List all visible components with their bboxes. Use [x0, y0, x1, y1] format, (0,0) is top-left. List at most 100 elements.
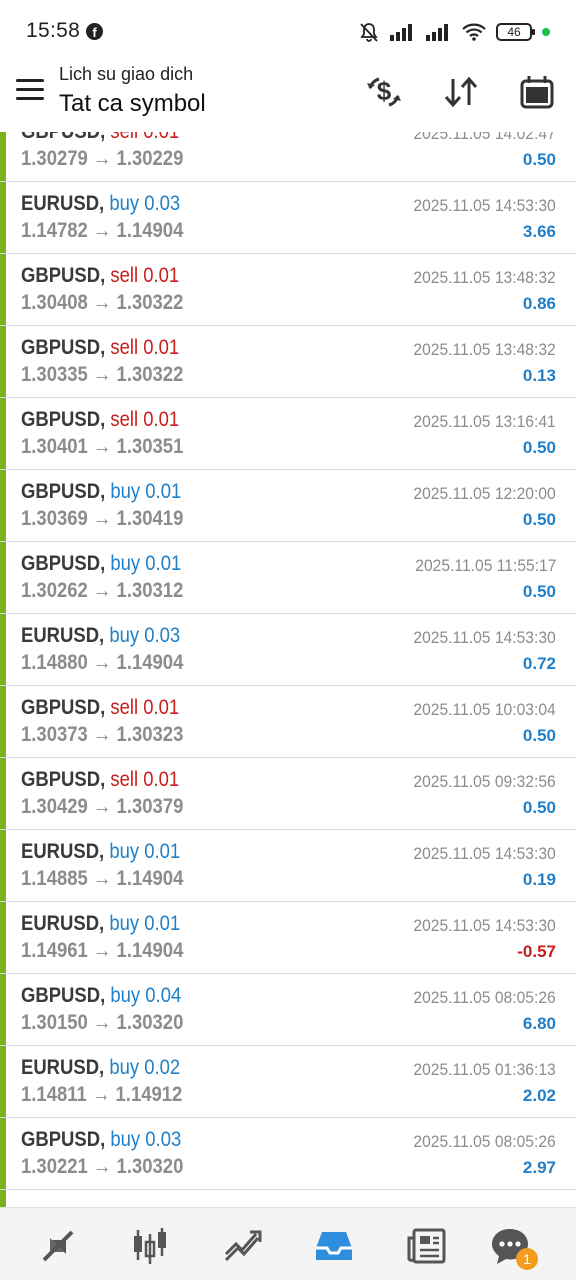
- menu-button[interactable]: [16, 79, 44, 101]
- trade-title: GBPUSD, sell 0.01: [21, 408, 179, 432]
- trade-symbol: GBPUSD,: [21, 1128, 106, 1151]
- sort-button[interactable]: [441, 72, 481, 112]
- trade-side-volume: sell 0.01: [110, 408, 180, 431]
- candlestick-chart-icon: [134, 1228, 166, 1264]
- trade-prices: 1.14782 → 1.14904: [21, 219, 184, 242]
- closed-trade-marker: [0, 1046, 6, 1117]
- closed-trade-marker: [0, 1118, 6, 1189]
- nav-quotes[interactable]: [36, 1224, 80, 1268]
- signal-icon-1: [390, 24, 412, 41]
- trade-row[interactable]: GBPUSD, sell 0.01 1.30429 → 1.30379 2025.1…: [0, 758, 576, 830]
- trade-time: 2025.11.05 08:05:26: [413, 988, 556, 1007]
- status-bar: 15:58 f 46: [0, 0, 576, 62]
- trade-side-volume: buy 0.02: [109, 1056, 181, 1079]
- trade-row[interactable]: EURUSD, buy 0.02 1.14811 → 1.14912 2025.11…: [0, 1046, 576, 1118]
- trade-profit: 0.50: [522, 150, 556, 169]
- closed-trade-marker: [0, 614, 6, 685]
- trade-time: 2025.11.05 08:05:26: [413, 1132, 556, 1151]
- nav-history[interactable]: [312, 1224, 356, 1268]
- trade-time: 2025.11.05 14:02:47: [413, 132, 556, 143]
- trade-side-volume: buy 0.01: [110, 480, 182, 503]
- trade-prices: 1.14885 → 1.14904: [21, 867, 184, 890]
- trade-row[interactable]: GBPUSD, sell 0.01 1.30408 → 1.30322 2025.1…: [0, 254, 576, 326]
- trade-trend-icon: [224, 1230, 262, 1262]
- trade-row-partial[interactable]: [0, 1190, 576, 1207]
- nav-chart[interactable]: [128, 1224, 172, 1268]
- closed-trade-marker: [0, 1190, 6, 1207]
- closed-trade-marker: [0, 398, 6, 469]
- trade-row[interactable]: GBPUSD, buy 0.01 1.30262 → 1.30312 2025.11…: [0, 542, 576, 614]
- trade-symbol: GBPUSD,: [21, 552, 106, 575]
- symbol-selector[interactable]: Tat ca symbol: [59, 90, 206, 118]
- trade-title: GBPUSD, sell 0.01: [21, 132, 179, 144]
- deposit-withdraw-button[interactable]: $: [364, 72, 404, 112]
- trade-time: 2025.11.05 14:53:30: [413, 628, 556, 647]
- trade-symbol: EURUSD,: [21, 1056, 105, 1079]
- nav-trade[interactable]: [220, 1224, 264, 1268]
- closed-trade-marker: [0, 902, 6, 973]
- nav-news[interactable]: [404, 1224, 448, 1268]
- trade-side-volume: sell 0.01: [110, 336, 180, 359]
- trade-symbol: GBPUSD,: [21, 132, 105, 143]
- trade-side-volume: sell 0.01: [110, 696, 180, 719]
- trade-prices: 1.30369 → 1.30419: [21, 507, 184, 530]
- trade-row[interactable]: GBPUSD, buy 0.03 1.30221 → 1.30320 2025.11…: [0, 1118, 576, 1190]
- trade-title: GBPUSD, buy 0.01: [21, 552, 181, 576]
- nav-chat[interactable]: 1: [488, 1224, 538, 1270]
- trade-time: 2025.11.05 10:03:04: [413, 700, 556, 719]
- trade-profit: 0.50: [522, 438, 556, 457]
- trade-title: GBPUSD, sell 0.01: [21, 264, 179, 288]
- trade-row[interactable]: GBPUSD, buy 0.01 1.30369 → 1.30419 2025.11…: [0, 470, 576, 542]
- trade-time: 2025.11.05 14:53:30: [413, 844, 556, 863]
- facebook-notification-icon: f: [86, 23, 103, 40]
- trade-prices: 1.30408 → 1.30322: [21, 291, 184, 314]
- trade-prices: 1.30221 → 1.30320: [21, 1155, 184, 1178]
- trade-row[interactable]: GBPUSD, sell 0.01 1.30401 → 1.30351 2025.1…: [0, 398, 576, 470]
- trade-profit: -0.57: [517, 942, 556, 961]
- trade-title: GBPUSD, sell 0.01: [21, 336, 179, 360]
- trade-symbol: GBPUSD,: [21, 768, 106, 791]
- trade-time: 2025.11.05 13:48:32: [413, 268, 556, 287]
- trade-time: 2025.11.05 09:32:56: [413, 772, 556, 791]
- trade-title: EURUSD, buy 0.03: [21, 192, 180, 216]
- chat-badge: 1: [516, 1248, 538, 1270]
- closed-trade-marker: [0, 182, 6, 253]
- bell-muted-icon: [360, 23, 378, 42]
- calendar-button[interactable]: [517, 72, 557, 112]
- trade-time: 2025.11.05 14:53:30: [413, 916, 556, 935]
- signal-icon-2: [426, 24, 448, 41]
- trade-prices: 1.14961 → 1.14904: [21, 939, 184, 962]
- menu-icon-line: [16, 97, 44, 100]
- trade-symbol: EURUSD,: [21, 840, 105, 863]
- trade-side-volume: buy 0.03: [109, 624, 181, 647]
- trade-symbol: EURUSD,: [21, 912, 105, 935]
- closed-trade-marker: [0, 830, 6, 901]
- trade-side-volume: sell 0.01: [110, 132, 179, 143]
- trade-profit: 0.50: [522, 726, 556, 745]
- trade-row[interactable]: EURUSD, buy 0.03 1.14880 → 1.14904 2025.11…: [0, 614, 576, 686]
- trade-row[interactable]: EURUSD, buy 0.01 1.14961 → 1.14904 2025.11…: [0, 902, 576, 974]
- closed-trade-marker: [0, 758, 6, 829]
- battery-indicator: 46: [496, 23, 535, 41]
- status-icons: 46: [358, 20, 550, 44]
- trade-row[interactable]: GBPUSD, sell 0.01 1.30373 → 1.30323 2025.1…: [0, 686, 576, 758]
- trade-row[interactable]: GBPUSD, sell 0.01 1.30279 → 1.30229 2025.1…: [0, 132, 576, 182]
- closed-trade-marker: [0, 470, 6, 541]
- trade-symbol: GBPUSD,: [21, 408, 106, 431]
- trade-title: EURUSD, buy 0.01: [21, 912, 180, 936]
- trade-side-volume: buy 0.01: [109, 840, 181, 863]
- trade-prices: 1.30401 → 1.30351: [21, 435, 184, 458]
- closed-trade-marker: [0, 254, 6, 325]
- app-bar: Lich su giao dich Tat ca symbol $: [0, 62, 576, 132]
- news-icon: [407, 1228, 446, 1264]
- trade-prices: 1.14811 → 1.14912: [21, 1083, 183, 1106]
- trade-profit: 2.97: [522, 1158, 556, 1177]
- trade-title: EURUSD, buy 0.02: [21, 1056, 180, 1080]
- status-time: 15:58: [26, 19, 81, 42]
- trade-row[interactable]: EURUSD, buy 0.03 1.14782 → 1.14904 2025.11…: [0, 182, 576, 254]
- trade-history-list[interactable]: GBPUSD, sell 0.01 1.30279 → 1.30229 2025.1…: [0, 132, 576, 1207]
- calendar-icon: [520, 76, 554, 109]
- trade-row[interactable]: GBPUSD, sell 0.01 1.30335 → 1.30322 2025.1…: [0, 326, 576, 398]
- trade-row[interactable]: GBPUSD, buy 0.04 1.30150 → 1.30320 2025.11…: [0, 974, 576, 1046]
- trade-row[interactable]: EURUSD, buy 0.01 1.14885 → 1.14904 2025.11…: [0, 830, 576, 902]
